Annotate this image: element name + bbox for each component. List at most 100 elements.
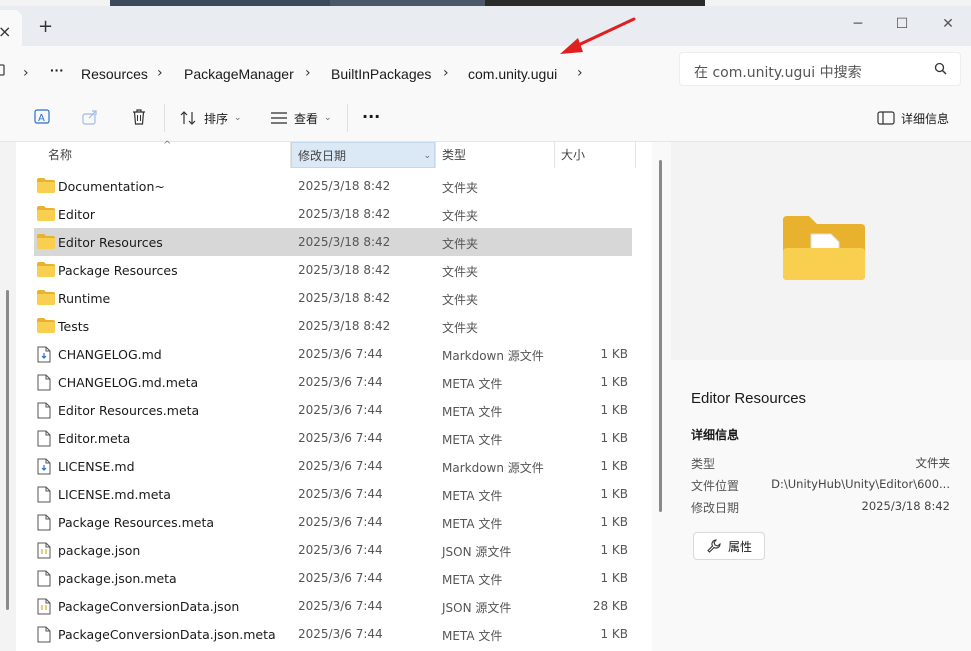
column-size[interactable]: 大小 bbox=[555, 142, 635, 168]
file-row[interactable]: CHANGELOG.md 2025/3/6 7:44 Markdown 源文件 1 K… bbox=[34, 340, 632, 368]
file-list-scrollbar[interactable] bbox=[659, 160, 662, 512]
file-row[interactable]: Editor 2025/3/18 8:42 文件夹 bbox=[34, 200, 632, 228]
file-icon bbox=[37, 514, 51, 534]
file-date: 2025/3/18 8:42 bbox=[298, 179, 391, 193]
file-size: 1 KB bbox=[600, 347, 628, 361]
details-type-value: 文件夹 bbox=[915, 456, 951, 470]
folder-icon bbox=[37, 318, 55, 336]
close-tab-icon[interactable]: × bbox=[0, 22, 11, 41]
file-date: 2025/3/6 7:44 bbox=[298, 459, 383, 473]
details-location-label: 文件位置 bbox=[691, 479, 740, 493]
file-list: ^ 名称 修改日期 ⌄ 类型 大小 Documentation~ 2025/3/1… bbox=[16, 140, 652, 651]
column-date[interactable]: 修改日期 ⌄ bbox=[291, 142, 435, 168]
active-tab[interactable]: × bbox=[0, 10, 22, 46]
file-type: META 文件 bbox=[442, 573, 503, 587]
file-name: Runtime bbox=[58, 291, 111, 306]
file-type: 文件夹 bbox=[442, 237, 479, 251]
file-row[interactable]: Tests 2025/3/18 8:42 文件夹 bbox=[34, 312, 632, 340]
file-row[interactable]: Package Resources.meta 2025/3/6 7:44 META … bbox=[34, 508, 632, 536]
file-row[interactable]: Editor Resources.meta 2025/3/6 7:44 META 文… bbox=[34, 396, 632, 424]
preview-area bbox=[671, 142, 971, 360]
file-row[interactable]: Editor Resources 2025/3/18 8:42 文件夹 bbox=[34, 228, 632, 256]
file-size: 1 KB bbox=[600, 515, 628, 529]
rename-icon[interactable]: A bbox=[34, 108, 52, 126]
file-name: Package Resources.meta bbox=[58, 515, 215, 530]
properties-button[interactable]: 属性 bbox=[693, 532, 765, 560]
view-button[interactable]: 查看 ⌄ bbox=[270, 106, 332, 130]
file-name: LICENSE.md bbox=[58, 459, 135, 474]
chevron-right-icon: › bbox=[23, 65, 29, 81]
file-type: Markdown 源文件 bbox=[442, 349, 544, 363]
file-row[interactable]: PackageConversionData.json 2025/3/6 7:44 J… bbox=[34, 592, 632, 620]
breadcrumb-more[interactable]: ··· bbox=[50, 62, 64, 78]
chevron-right-icon: › bbox=[157, 65, 163, 81]
file-name: Editor Resources.meta bbox=[58, 403, 200, 418]
share-icon[interactable] bbox=[82, 108, 100, 126]
breadcrumb[interactable]: › ··· Resources › PackageManager › Built… bbox=[0, 52, 670, 86]
file-date: 2025/3/18 8:42 bbox=[298, 319, 391, 333]
more-options-button[interactable]: ··· bbox=[362, 104, 380, 128]
file-type: 文件夹 bbox=[442, 209, 479, 223]
file-type: META 文件 bbox=[442, 517, 503, 531]
maximize-button[interactable]: ☐ bbox=[892, 14, 912, 34]
file-date: 2025/3/6 7:44 bbox=[298, 347, 383, 361]
file-row[interactable]: Package Resources 2025/3/18 8:42 文件夹 bbox=[34, 256, 632, 284]
sort-label: 排序 bbox=[204, 111, 229, 126]
file-row[interactable]: PackageConversionData.json.meta 2025/3/6 … bbox=[34, 620, 632, 648]
file-date: 2025/3/6 7:44 bbox=[298, 375, 383, 389]
column-divider[interactable] bbox=[635, 142, 636, 168]
file-type: META 文件 bbox=[442, 629, 503, 643]
nav-scrollbar[interactable] bbox=[6, 290, 9, 610]
file-date: 2025/3/18 8:42 bbox=[298, 263, 391, 277]
file-row[interactable]: Documentation~ 2025/3/18 8:42 文件夹 bbox=[34, 172, 632, 200]
breadcrumb-builtinpackages[interactable]: BuiltInPackages bbox=[331, 66, 431, 82]
file-row[interactable]: package.json 2025/3/6 7:44 JSON 源文件 1 KB bbox=[34, 536, 632, 564]
file-size: 1 KB bbox=[600, 571, 628, 585]
folder-icon bbox=[37, 178, 55, 196]
folder-icon bbox=[37, 234, 55, 252]
file-row[interactable]: package.json.meta 2025/3/6 7:44 META 文件 1 K… bbox=[34, 564, 632, 592]
folder-preview-icon bbox=[783, 216, 865, 280]
file-name: PackageConversionData.json bbox=[58, 599, 240, 614]
breadcrumb-current[interactable]: com.unity.ugui bbox=[468, 66, 557, 82]
sort-button[interactable]: 排序 ⌄ bbox=[180, 106, 242, 130]
file-type: META 文件 bbox=[442, 433, 503, 447]
file-row[interactable]: LICENSE.md 2025/3/6 7:44 Markdown 源文件 1 KB bbox=[34, 452, 632, 480]
file-type: META 文件 bbox=[442, 489, 503, 503]
file-row[interactable]: Editor.meta 2025/3/6 7:44 META 文件 1 KB bbox=[34, 424, 632, 452]
file-row[interactable]: CHANGELOG.md.meta 2025/3/6 7:44 META 文件 1 K… bbox=[34, 368, 632, 396]
file-type: 文件夹 bbox=[442, 293, 479, 307]
file-name: PackageConversionData.json.meta bbox=[58, 627, 276, 642]
chevron-down-icon[interactable]: ⌄ bbox=[423, 143, 431, 169]
details-pane-button[interactable]: 详细信息 bbox=[877, 106, 949, 130]
file-icon bbox=[37, 486, 51, 506]
file-date: 2025/3/6 7:44 bbox=[298, 403, 383, 417]
file-name: package.json.meta bbox=[58, 571, 177, 586]
new-tab-button[interactable]: + bbox=[38, 18, 53, 36]
file-size: 1 KB bbox=[600, 459, 628, 473]
file-date: 2025/3/6 7:44 bbox=[298, 599, 383, 613]
delete-icon[interactable] bbox=[130, 108, 148, 126]
search-input[interactable]: 在 com.unity.ugui 中搜索 bbox=[679, 52, 961, 86]
breadcrumb-resources[interactable]: Resources bbox=[81, 66, 148, 82]
chevron-right-icon[interactable]: › bbox=[577, 65, 583, 81]
file-type: 文件夹 bbox=[442, 321, 479, 335]
file-row[interactable]: LICENSE.md.meta 2025/3/6 7:44 META 文件 1 KB bbox=[34, 480, 632, 508]
file-type: JSON 源文件 bbox=[442, 545, 512, 559]
details-modified-value: 2025/3/18 8:42 bbox=[861, 499, 950, 513]
file-size: 1 KB bbox=[600, 403, 628, 417]
properties-label: 属性 bbox=[727, 539, 752, 554]
chevron-down-icon: ⌄ bbox=[234, 113, 242, 123]
minimize-button[interactable]: ─ bbox=[848, 14, 868, 34]
close-window-button[interactable]: ✕ bbox=[938, 14, 958, 34]
toolbar-divider bbox=[164, 104, 165, 132]
details-pane-icon bbox=[877, 111, 895, 125]
file-name: Tests bbox=[58, 319, 90, 334]
column-name[interactable]: 名称 bbox=[42, 142, 290, 168]
column-date-label: 修改日期 bbox=[298, 149, 347, 163]
file-type: META 文件 bbox=[442, 405, 503, 419]
breadcrumb-packagemanager[interactable]: PackageManager bbox=[184, 66, 294, 82]
column-type[interactable]: 类型 bbox=[436, 142, 554, 168]
file-row[interactable]: Runtime 2025/3/18 8:42 文件夹 bbox=[34, 284, 632, 312]
file-date: 2025/3/6 7:44 bbox=[298, 571, 383, 585]
